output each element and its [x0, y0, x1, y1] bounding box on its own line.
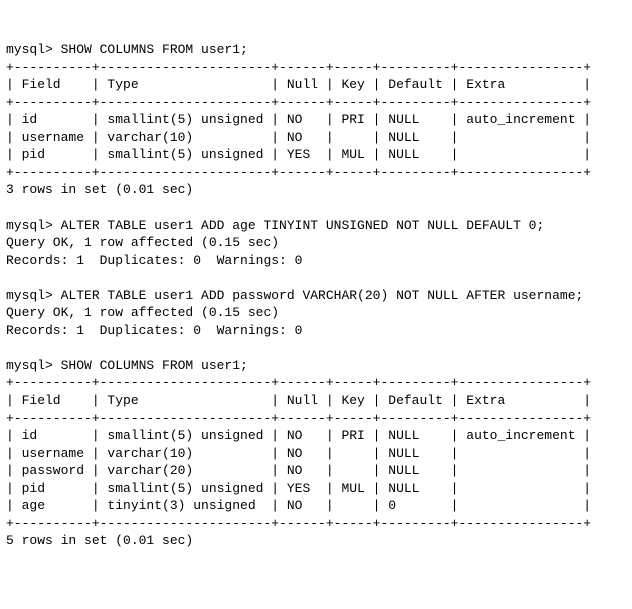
terminal-output: mysql> SHOW COLUMNS FROM user1; +-------…	[6, 41, 626, 550]
